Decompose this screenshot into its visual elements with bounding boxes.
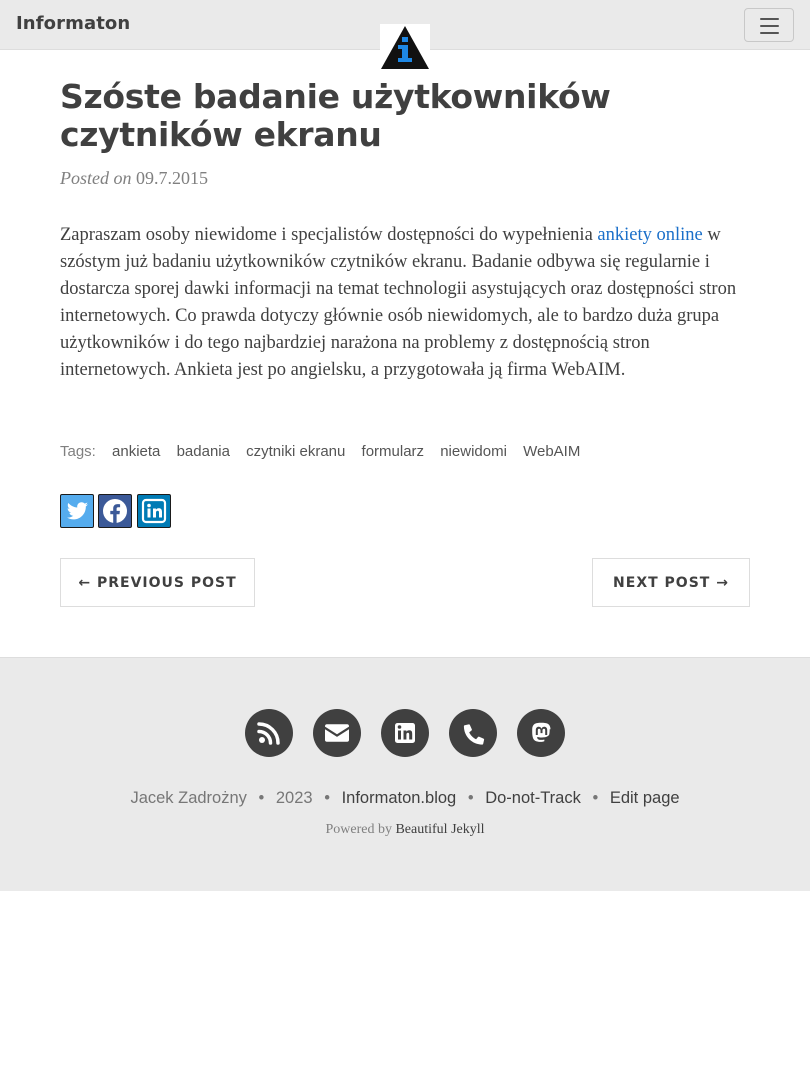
- footer-separator: •: [258, 789, 265, 807]
- footer-author: Jacek Zadrożny: [130, 789, 247, 807]
- footer-year: 2023: [275, 789, 313, 807]
- linkedin-icon: [395, 723, 415, 743]
- mastodon-icon: [532, 722, 551, 742]
- footer-dnt-link[interactable]: Do-not-Track: [485, 789, 581, 807]
- footer-edit-page-link[interactable]: Edit page: [610, 789, 680, 807]
- navbar: Informaton: [0, 0, 810, 70]
- beautiful-jekyll-link[interactable]: Beautiful Jekyll: [395, 822, 484, 837]
- tags-label: Tags:: [60, 443, 96, 460]
- posted-on-label: Posted on: [60, 168, 132, 188]
- next-post-button[interactable]: NEXT POST →: [592, 558, 750, 607]
- tag-link[interactable]: badania: [177, 443, 230, 460]
- information-logo-icon[interactable]: [380, 24, 430, 70]
- tag-link[interactable]: czytniki ekranu: [246, 443, 345, 460]
- footer-phone-button[interactable]: [449, 709, 497, 757]
- share-twitter-button[interactable]: [60, 494, 94, 528]
- post-title: Szóste badanie użytkowników czytników ek…: [60, 77, 611, 154]
- footer-separator: •: [324, 789, 330, 807]
- tag-link[interactable]: ankieta: [112, 443, 160, 460]
- menu-toggle-button[interactable]: [744, 8, 794, 42]
- post-body-rest: w szóstym już badaniu użytkowników czytn…: [60, 225, 737, 380]
- rss-icon: [257, 722, 280, 745]
- site-brand[interactable]: Informaton: [16, 13, 130, 34]
- twitter-icon: [66, 502, 88, 520]
- share-linkedin-button[interactable]: [137, 494, 171, 528]
- footer-mastodon-button[interactable]: [517, 709, 565, 757]
- phone-icon: [463, 724, 485, 745]
- survey-link[interactable]: ankiety online: [597, 225, 702, 245]
- linkedin-icon: [141, 498, 167, 524]
- facebook-icon: [103, 499, 127, 523]
- tag-link[interactable]: formularz: [362, 443, 425, 460]
- post-meta: Posted on 09.7.2015: [60, 168, 208, 189]
- powered-by-label: Powered by: [325, 822, 392, 837]
- footer-linkedin-button[interactable]: [381, 709, 429, 757]
- footer-powered-by: Powered by Beautiful Jekyll: [0, 822, 810, 838]
- tag-link[interactable]: WebAIM: [523, 443, 580, 460]
- post-body-intro: Zapraszam osoby niewidome i specjalistów…: [60, 225, 598, 245]
- footer-copyright: Jacek Zadrożny • 2023 • Informaton.blog …: [0, 789, 810, 808]
- hamburger-menu-icon: [760, 18, 779, 20]
- previous-post-button[interactable]: ← PREVIOUS POST: [60, 558, 255, 607]
- tag-link[interactable]: niewidomi: [440, 443, 507, 460]
- footer-separator: •: [592, 789, 599, 807]
- post-body: Zapraszam osoby niewidome i specjalistów…: [60, 222, 750, 384]
- share-facebook-button[interactable]: [98, 494, 132, 528]
- post-date: 09.7.2015: [136, 168, 208, 188]
- post-tags: Tags: ankieta badania czytniki ekranu fo…: [60, 443, 580, 460]
- envelope-icon: [325, 724, 349, 742]
- footer-email-button[interactable]: [313, 709, 361, 757]
- footer-separator: •: [467, 789, 474, 807]
- footer: Jacek Zadrożny • 2023 • Informaton.blog …: [0, 657, 810, 891]
- footer-rss-button[interactable]: [245, 709, 293, 757]
- footer-site-link[interactable]: Informaton.blog: [342, 789, 457, 807]
